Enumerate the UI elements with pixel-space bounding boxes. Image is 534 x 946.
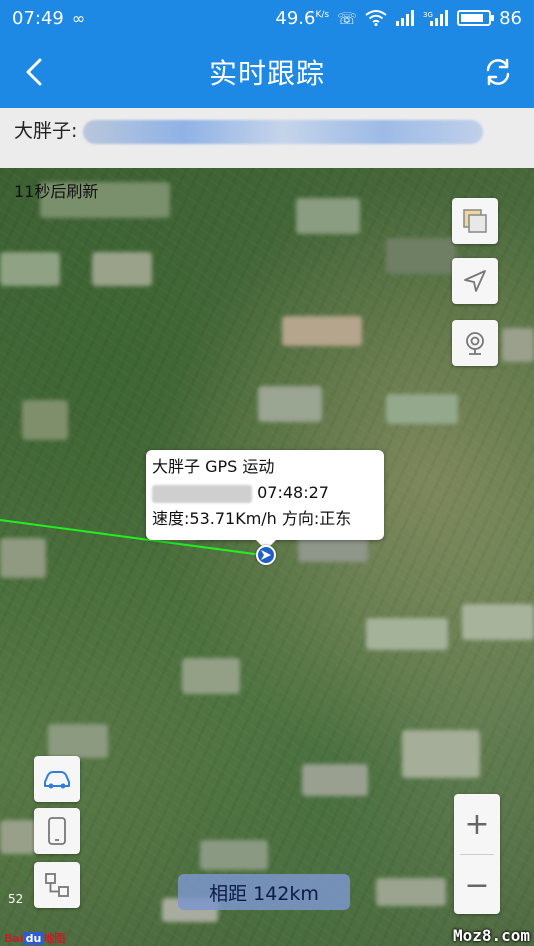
zoom-out-button[interactable]: − xyxy=(454,855,500,915)
phone-button[interactable] xyxy=(34,808,80,854)
direction-arrow-icon xyxy=(261,550,271,560)
redacted-info xyxy=(83,119,484,144)
zoom-in-button[interactable]: + xyxy=(454,794,500,854)
redacted-date xyxy=(152,484,252,503)
navigate-arrow-icon xyxy=(464,270,486,292)
baidu-map-logo: Bai du 地图 xyxy=(4,932,66,945)
battery-icon xyxy=(457,10,495,26)
car-icon xyxy=(44,771,70,789)
infinity-icon: ∞ xyxy=(71,8,86,28)
callout-gps-state: GPS 运动 xyxy=(205,457,275,476)
tracked-name-label: 大胖子: xyxy=(14,120,78,142)
callout-title: 大胖子 GPS 运动 xyxy=(152,454,378,480)
map-scale-number: 52 xyxy=(8,892,24,906)
3g-signal-icon: 3G xyxy=(423,10,449,26)
status-time: 07:49 xyxy=(12,7,64,29)
zoom-control: + − xyxy=(454,794,500,914)
map-layers-button[interactable] xyxy=(452,198,498,244)
car-button[interactable] xyxy=(34,756,80,802)
network-speed: 49.6K/s xyxy=(275,7,330,29)
callout-speed-row: 速度:53.71Km/h 方向:正东 xyxy=(152,506,378,532)
signal-icon xyxy=(396,10,415,26)
route-nodes-icon xyxy=(45,873,69,897)
info-bar: 大胖子: xyxy=(0,108,534,168)
refresh-icon[interactable] xyxy=(480,54,516,90)
satellite-map[interactable]: 11秒后刷新 大胖子 GPS 运动 07:48:27 速度:53.71Km/h … xyxy=(0,168,534,946)
callout-speed: 速度:53.71Km/h xyxy=(152,509,277,528)
webcam-icon xyxy=(466,332,484,355)
battery-level: 86 xyxy=(499,7,522,29)
page-title: 实时跟踪 xyxy=(208,57,325,90)
callout-direction: 方向:正东 xyxy=(281,509,352,528)
phone-icon xyxy=(48,817,66,845)
location-callout[interactable]: 大胖子 GPS 运动 07:48:27 速度:53.71Km/h 方向:正东 xyxy=(146,450,384,550)
app-bar: 实时跟踪 xyxy=(0,36,534,108)
nfc-icon: ☏ xyxy=(337,8,358,28)
callout-time: 07:48:27 xyxy=(257,483,329,502)
site-watermark: Moz8.com xyxy=(452,926,530,945)
vehicle-marker[interactable] xyxy=(256,545,276,565)
callout-time-row: 07:48:27 xyxy=(152,480,378,506)
route-nodes-button[interactable] xyxy=(34,862,80,908)
svg-text:3G: 3G xyxy=(423,11,433,19)
distance-label: 相距 142km xyxy=(178,874,350,910)
wifi-icon xyxy=(365,10,387,26)
status-bar: 07:49 ∞ 49.6K/s ☏ 3G 86 xyxy=(0,0,534,36)
callout-name: 大胖子 xyxy=(152,457,201,476)
camera-button[interactable] xyxy=(452,320,498,366)
locate-button[interactable] xyxy=(452,258,498,304)
back-arrow-icon[interactable] xyxy=(18,54,54,90)
map-layers-icon xyxy=(463,209,487,233)
